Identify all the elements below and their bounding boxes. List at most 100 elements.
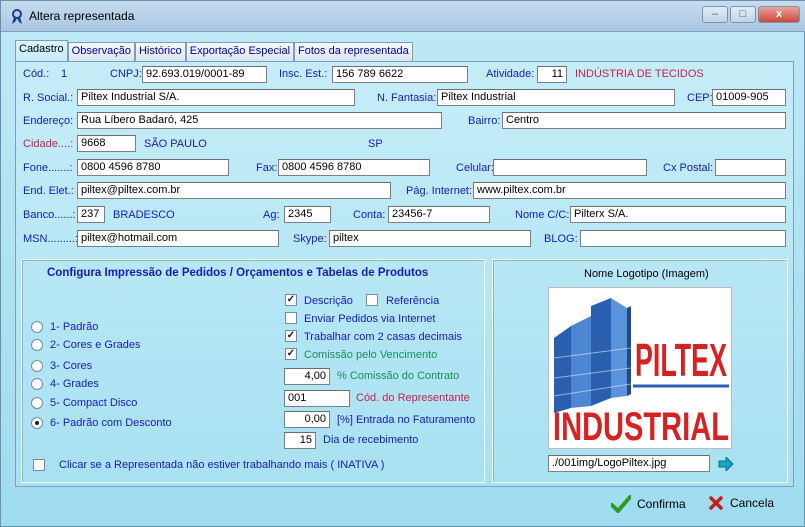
cnpj-field[interactable]: 92.693.019/0001-89 bbox=[142, 66, 267, 83]
radio-label: 2- Cores e Grades bbox=[50, 339, 141, 351]
trabalhar-checkbox[interactable]: ✓ bbox=[285, 330, 297, 342]
endereco-label: Endereço: bbox=[23, 115, 74, 127]
close-button[interactable]: x bbox=[758, 6, 800, 23]
descricao-label: Descrição bbox=[304, 295, 353, 307]
window-controls: – □ x bbox=[702, 6, 800, 23]
checkmark-icon bbox=[611, 495, 631, 513]
tab-observacao[interactable]: Observação bbox=[67, 42, 135, 61]
ag-label: Ag: bbox=[263, 209, 280, 221]
radio-padrao-desconto[interactable] bbox=[31, 417, 43, 429]
cep-label: CEP: bbox=[687, 92, 713, 104]
radio-compact-disco[interactable] bbox=[31, 397, 43, 409]
building-icon: PILTEX INDUSTRIAL bbox=[553, 298, 729, 449]
tab-exportacao[interactable]: Exportação Especial bbox=[185, 42, 295, 61]
fantasia-label: N. Fantasia: bbox=[377, 92, 437, 104]
endereco-field[interactable]: Rua Líbero Badaró, 425 bbox=[77, 112, 442, 129]
comissao-venc-label: Comissão pelo Vencimento bbox=[304, 349, 438, 361]
cep-field[interactable]: 01009-905 bbox=[712, 89, 786, 106]
banco-code-field[interactable]: 237 bbox=[77, 206, 105, 223]
inativa-checkbox[interactable] bbox=[33, 459, 45, 471]
comissao-venc-checkbox[interactable]: ✓ bbox=[285, 348, 297, 360]
confirm-button[interactable]: Confirma bbox=[611, 495, 686, 513]
logo-line2: INDUSTRIAL bbox=[553, 405, 729, 449]
cidade-name: SÃO PAULO bbox=[144, 138, 207, 150]
cancel-button[interactable]: Cancela bbox=[708, 495, 774, 511]
comissao-label: % Comissão do Contrato bbox=[337, 370, 460, 382]
atividade-name: INDÚSTRIA DE TECIDOS bbox=[575, 68, 704, 80]
title-bar: Altera representada – □ x bbox=[1, 1, 805, 32]
radio-label: 6- Padrão com Desconto bbox=[50, 417, 172, 429]
cidade-code-field[interactable]: 9668 bbox=[77, 135, 136, 152]
window-title: Altera representada bbox=[29, 9, 135, 23]
nomecc-field[interactable]: Pilterx S/A. bbox=[570, 206, 786, 223]
razao-field[interactable]: Piltex Industrial S/A. bbox=[77, 89, 355, 106]
radio-label: 1- Padrão bbox=[50, 321, 99, 333]
radio-padrao[interactable] bbox=[31, 321, 43, 333]
banco-name: BRADESCO bbox=[113, 209, 175, 221]
dia-label: Dia de recebimento bbox=[323, 434, 419, 446]
msn-field[interactable]: piltex@hotmail.com bbox=[77, 230, 279, 247]
entrada-label: [%] Entrada no Faturamento bbox=[337, 414, 476, 426]
cancel-label: Cancela bbox=[730, 496, 775, 510]
radio-cores[interactable] bbox=[31, 360, 43, 372]
internet-label: Pág. Internet: bbox=[406, 185, 473, 197]
cidade-label: Cidade....: bbox=[23, 138, 74, 150]
radio-grades[interactable] bbox=[31, 378, 43, 390]
ag-field[interactable]: 2345 bbox=[284, 206, 331, 223]
descricao-checkbox[interactable]: ✓ bbox=[285, 294, 297, 306]
logo-path-field[interactable]: ./001img/LogoPiltex.jpg bbox=[548, 455, 710, 472]
cxpostal-field[interactable] bbox=[715, 159, 786, 176]
cod-repr-field[interactable]: 001 bbox=[284, 390, 350, 407]
minimize-button[interactable]: – bbox=[702, 6, 728, 23]
internet-field[interactable]: www.piltex.com.br bbox=[473, 182, 786, 199]
tab-strip: Cadastro Observação Histórico Exportação… bbox=[15, 40, 413, 61]
dia-field[interactable]: 15 bbox=[284, 432, 316, 449]
radio-cores-grades[interactable] bbox=[31, 339, 43, 351]
atividade-label: Atividade: bbox=[486, 68, 535, 80]
skype-label: Skype: bbox=[293, 233, 327, 245]
blog-field[interactable] bbox=[580, 230, 786, 247]
cod-repr-label: Cód. do Representante bbox=[356, 392, 470, 404]
fone-field[interactable]: 0800 4596 8780 bbox=[77, 159, 229, 176]
insc-field[interactable]: 156 789 6622 bbox=[332, 66, 468, 83]
razao-label: R. Social.: bbox=[23, 92, 74, 104]
maximize-button[interactable]: □ bbox=[730, 6, 756, 23]
x-icon bbox=[709, 496, 723, 510]
skype-field[interactable]: piltex bbox=[329, 230, 531, 247]
uf-value: SP bbox=[368, 138, 383, 150]
radio-label: 5- Compact Disco bbox=[50, 397, 138, 409]
cod-value: 1 bbox=[61, 68, 68, 80]
referencia-label: Referência bbox=[386, 295, 440, 307]
radio-label: 3- Cores bbox=[50, 360, 93, 372]
celular-label: Celular: bbox=[456, 162, 494, 174]
cod-label: Cód.: bbox=[23, 68, 50, 80]
radio-label: 4- Grades bbox=[50, 378, 99, 390]
conta-label: Conta: bbox=[353, 209, 386, 221]
logo-image: PILTEX INDUSTRIAL bbox=[548, 287, 732, 449]
celular-field[interactable] bbox=[493, 159, 647, 176]
tab-cadastro[interactable]: Cadastro bbox=[15, 40, 68, 61]
comissao-field[interactable]: 4,00 bbox=[284, 368, 330, 385]
banco-label: Banco......: bbox=[23, 209, 76, 221]
tab-fotos[interactable]: Fotos da representada bbox=[294, 42, 413, 61]
email-field[interactable]: piltex@piltex.com.br bbox=[77, 182, 391, 199]
logo-title: Nome Logotipo (Imagem) bbox=[584, 268, 709, 280]
tab-historico[interactable]: Histórico bbox=[134, 42, 186, 61]
referencia-checkbox[interactable] bbox=[366, 294, 378, 306]
conta-field[interactable]: 23456-7 bbox=[388, 206, 490, 223]
fax-label: Fax: bbox=[256, 162, 278, 174]
config-title: Configura Impressão de Pedidos / Orçamen… bbox=[47, 267, 429, 279]
entrada-field[interactable]: 0,00 bbox=[284, 411, 330, 428]
inativa-label: Clicar se a Representada não estiver tra… bbox=[59, 459, 385, 471]
fantasia-field[interactable]: Piltex Industrial bbox=[437, 89, 675, 106]
enviar-label: Enviar Pedidos via Internet bbox=[304, 313, 436, 325]
arrow-right-icon[interactable] bbox=[718, 457, 734, 471]
atividade-code-field[interactable]: 11 bbox=[537, 66, 567, 83]
bairro-field[interactable]: Centro bbox=[502, 112, 786, 129]
confirm-label: Confirma bbox=[637, 497, 686, 511]
fax-field[interactable]: 0800 4596 8780 bbox=[278, 159, 430, 176]
enviar-checkbox[interactable] bbox=[285, 312, 297, 324]
logo-line1: PILTEX bbox=[635, 334, 727, 386]
blog-label: BLOG: bbox=[544, 233, 578, 245]
insc-label: Insc. Est.: bbox=[279, 68, 328, 80]
